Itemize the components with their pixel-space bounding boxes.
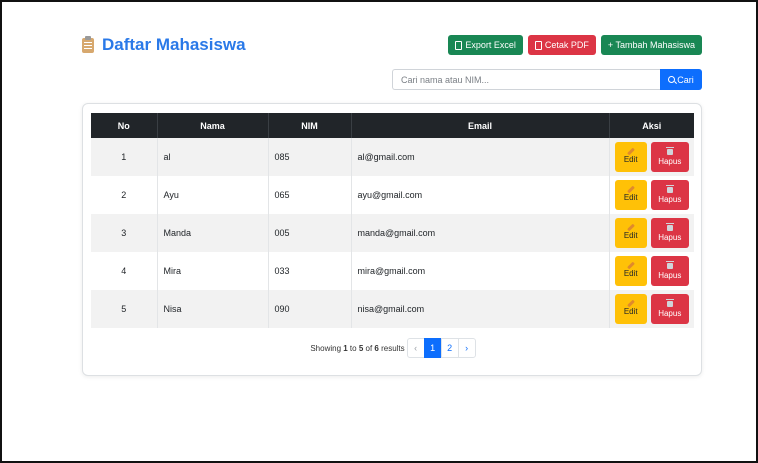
table-row: 3 Manda 005 manda@gmail.com Edit Hapus xyxy=(91,214,694,252)
pagination: Showing 1 to 5 of 6 results ‹ 1 2 › xyxy=(83,337,703,359)
edit-button[interactable]: Edit xyxy=(614,256,647,286)
edit-button[interactable]: Edit xyxy=(614,180,647,210)
excel-file-icon xyxy=(455,40,463,50)
trash-icon xyxy=(665,260,674,269)
cell-nim: 005 xyxy=(268,214,352,252)
clipboard-icon xyxy=(82,35,94,53)
table-row: 4 Mira 033 mira@gmail.com Edit Hapus xyxy=(91,252,694,290)
cell-no: 4 xyxy=(91,252,158,290)
tambah-mahasiswa-button[interactable]: + Tambah Mahasiswa xyxy=(600,35,702,55)
hapus-button[interactable]: Hapus xyxy=(650,294,689,324)
cell-aksi: Edit Hapus xyxy=(609,176,694,214)
edit-button[interactable]: Edit xyxy=(614,142,647,172)
header-email: Email xyxy=(351,113,610,138)
cell-email: ayu@gmail.com xyxy=(351,176,610,214)
hapus-label: Hapus xyxy=(658,194,682,204)
search-icon xyxy=(668,76,676,83)
table-card: No Nama NIM Email Aksi 1 al 085 al@gmail… xyxy=(82,103,702,376)
search-button-label: Cari xyxy=(677,74,694,85)
trash-icon xyxy=(665,298,674,307)
table-row: 2 Ayu 065 ayu@gmail.com Edit Hapus xyxy=(91,176,694,214)
header-no: No xyxy=(91,113,158,138)
cell-no: 1 xyxy=(91,138,158,176)
cell-no: 3 xyxy=(91,214,158,252)
cetak-pdf-button[interactable]: Cetak PDF xyxy=(527,35,596,55)
edit-label: Edit xyxy=(623,269,638,278)
header-aksi: Aksi xyxy=(642,120,662,131)
table-head: No Nama NIM Email Aksi xyxy=(91,113,694,138)
edit-label: Edit xyxy=(623,231,638,240)
edit-label: Edit xyxy=(623,307,638,316)
cell-no: 2 xyxy=(91,176,158,214)
pagination-prev[interactable]: ‹ xyxy=(406,338,425,358)
cell-email: manda@gmail.com xyxy=(351,214,610,252)
info-prefix: Showing xyxy=(310,343,344,353)
page-header: Daftar Mahasiswa Export Excel Cetak PDF … xyxy=(82,34,702,56)
trash-icon xyxy=(665,184,674,193)
mahasiswa-table: No Nama NIM Email Aksi 1 al 085 al@gmail… xyxy=(91,113,694,328)
edit-label: Edit xyxy=(623,193,638,202)
info-of-word: of xyxy=(363,343,375,353)
cell-nim: 085 xyxy=(268,138,352,176)
hapus-label: Hapus xyxy=(658,270,682,280)
tambah-label: + Tambah Mahasiswa xyxy=(607,40,695,50)
info-to-word: to xyxy=(347,343,359,353)
title-wrap: Daftar Mahasiswa xyxy=(82,35,246,55)
cell-nim: 065 xyxy=(268,176,352,214)
cell-nama: Manda xyxy=(157,214,269,252)
cell-nama: al xyxy=(157,138,269,176)
edit-button[interactable]: Edit xyxy=(614,294,647,324)
pagination-next[interactable]: › xyxy=(457,338,476,358)
table-row: 5 Nisa 090 nisa@gmail.com Edit Hapus xyxy=(91,290,694,328)
edit-button[interactable]: Edit xyxy=(614,218,647,248)
cell-email: nisa@gmail.com xyxy=(351,290,610,328)
pagination-info: Showing 1 to 5 of 6 results xyxy=(310,344,404,353)
export-excel-button[interactable]: Export Excel xyxy=(448,35,523,55)
hapus-button[interactable]: Hapus xyxy=(650,142,689,172)
cetak-pdf-label: Cetak PDF xyxy=(544,40,589,50)
edit-label: Edit xyxy=(623,155,638,164)
export-excel-label: Export Excel xyxy=(465,40,516,50)
trash-icon xyxy=(665,222,674,231)
search-form: Cari xyxy=(392,69,702,90)
search-input[interactable] xyxy=(392,69,660,90)
header-nama: Nama xyxy=(157,113,269,138)
page-title: Daftar Mahasiswa xyxy=(102,35,246,54)
cell-aksi: Edit Hapus xyxy=(609,290,694,328)
hapus-label: Hapus xyxy=(658,308,682,318)
pdf-file-icon xyxy=(534,40,542,50)
cell-nim: 090 xyxy=(268,290,352,328)
hapus-label: Hapus xyxy=(658,156,682,166)
hapus-button[interactable]: Hapus xyxy=(650,218,689,248)
cell-no: 5 xyxy=(91,290,158,328)
hapus-button[interactable]: Hapus xyxy=(650,256,689,286)
hapus-label: Hapus xyxy=(658,232,682,242)
info-results-word: results xyxy=(378,343,405,353)
trash-icon xyxy=(665,146,674,155)
app-window: Daftar Mahasiswa Export Excel Cetak PDF … xyxy=(0,0,758,463)
cell-nama: Ayu xyxy=(157,176,269,214)
pagination-page-2[interactable]: 2 xyxy=(440,338,459,358)
cell-nama: Nisa xyxy=(157,290,269,328)
search-button[interactable]: Cari xyxy=(660,69,702,90)
cell-aksi: Edit Hapus xyxy=(609,252,694,290)
cell-aksi: Edit Hapus xyxy=(609,138,694,176)
cell-email: al@gmail.com xyxy=(351,138,610,176)
toolbar: Export Excel Cetak PDF + Tambah Mahasisw… xyxy=(448,35,702,55)
table-body: 1 al 085 al@gmail.com Edit Hapus 2 Ayu 0… xyxy=(91,138,694,328)
cell-email: mira@gmail.com xyxy=(351,252,610,290)
cell-nama: Mira xyxy=(157,252,269,290)
header-nim: NIM xyxy=(268,113,352,138)
table-header-row: No Nama NIM Email Aksi xyxy=(91,113,694,138)
pagination-page-1[interactable]: 1 xyxy=(423,338,442,358)
cell-nim: 033 xyxy=(268,252,352,290)
table-row: 1 al 085 al@gmail.com Edit Hapus xyxy=(91,138,694,176)
cell-aksi: Edit Hapus xyxy=(609,214,694,252)
hapus-button[interactable]: Hapus xyxy=(650,180,689,210)
